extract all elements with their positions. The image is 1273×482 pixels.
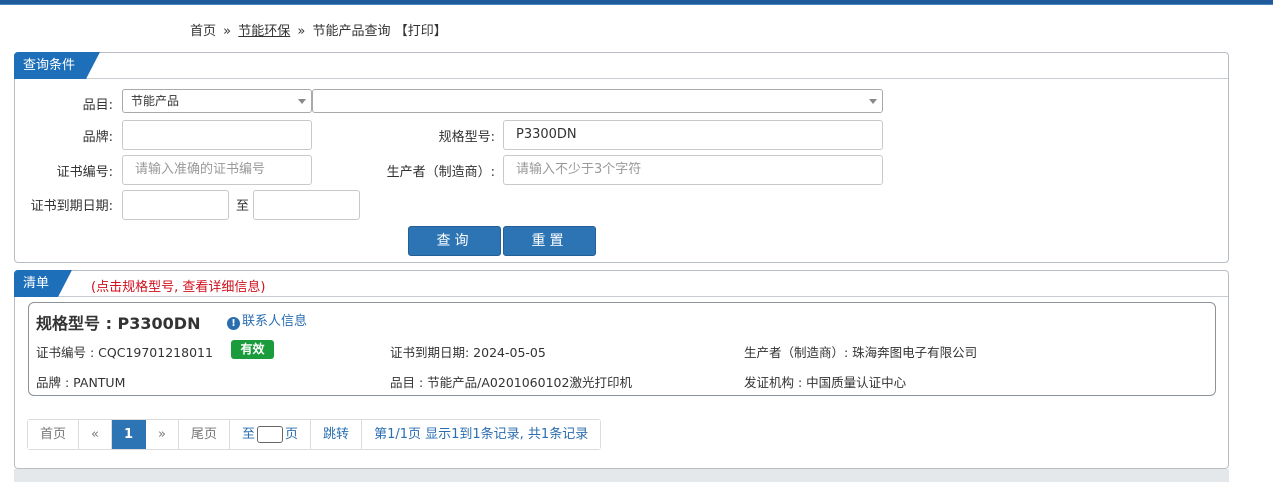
category-select-value: 节能产品 xyxy=(131,94,180,108)
page-jump-button[interactable]: 跳转 xyxy=(311,420,363,449)
page-summary: 第1/1页 显示1到1条记录, 共1条记录 xyxy=(362,420,601,449)
expiry-label: 证书到期日期: xyxy=(30,199,113,214)
query-panel: 查询条件 品目: 节能产品 品牌: 规格型号: P3300DN 证书编号: 请输… xyxy=(14,52,1229,263)
bottom-strip xyxy=(14,469,1229,482)
breadcrumb-category-link[interactable]: 节能环保 xyxy=(238,24,290,39)
page-goto: 至页 xyxy=(230,420,312,449)
result-panel-header: 清单 (点击规格型号, 查看详细信息) xyxy=(14,270,1228,297)
page-last-button[interactable]: 尾页 xyxy=(179,420,231,449)
result-hint: (点击规格型号, 查看详细信息) xyxy=(91,280,266,295)
page-goto-prefix: 至 xyxy=(242,427,256,442)
chevron-down-icon xyxy=(869,99,877,104)
brand-input[interactable] xyxy=(122,120,312,150)
maker-value: 生产者（制造商）: 珠海奔图电子有限公司 xyxy=(744,345,978,360)
page-goto-input[interactable] xyxy=(257,426,284,443)
model-input[interactable]: P3300DN xyxy=(503,120,883,150)
result-panel: 清单 (点击规格型号, 查看详细信息) 规格型号 : P3300DN ! 联系人信… xyxy=(14,270,1229,469)
cert-no-input[interactable]: 请输入准确的证书编号 xyxy=(122,155,312,185)
search-button[interactable]: 查询 xyxy=(408,226,501,256)
query-panel-title: 查询条件 xyxy=(14,52,100,79)
expiry-value: 证书到期日期: 2024-05-05 xyxy=(390,345,546,360)
page-prev-button[interactable]: « xyxy=(79,420,112,449)
brand-label: 品牌: xyxy=(82,130,113,145)
model-link[interactable]: 规格型号 : P3300DN xyxy=(36,310,200,334)
pagination: 首页 « 1 » 尾页 至页 跳转 第1/1页 显示1到1条记录, 共1条记录 xyxy=(27,419,602,450)
contact-info-label: 联系人信息 xyxy=(242,314,308,329)
chevron-down-icon xyxy=(298,99,306,104)
expiry-end-input[interactable] xyxy=(253,190,360,220)
query-panel-header: 查询条件 xyxy=(14,52,1228,79)
expiry-start-input[interactable] xyxy=(122,190,229,220)
subcategory-select[interactable] xyxy=(312,89,883,113)
page-next-button[interactable]: » xyxy=(146,420,179,449)
category-label: 品目: xyxy=(82,98,113,113)
cert-no-label: 证书编号: xyxy=(56,165,113,180)
page-first-button[interactable]: 首页 xyxy=(28,420,80,449)
reset-button[interactable]: 重置 xyxy=(503,226,596,256)
category-value: 品目 : 节能产品/A0201060102激光打印机 xyxy=(390,375,632,390)
breadcrumb-home[interactable]: 首页 xyxy=(190,24,216,39)
brand-value: 品牌 : PANTUM xyxy=(36,375,126,390)
category-select[interactable]: 节能产品 xyxy=(122,89,312,113)
result-panel-title: 清单 xyxy=(14,270,72,297)
breadcrumb-current: 节能产品查询 xyxy=(312,24,391,39)
maker-label: 生产者（制造商）: xyxy=(386,165,495,180)
breadcrumb-separator: » xyxy=(297,24,306,39)
cert-no-placeholder: 请输入准确的证书编号 xyxy=(135,162,266,177)
cert-no-value: 证书编号 : CQC19701218011 xyxy=(36,345,213,360)
status-badge: 有效 xyxy=(231,340,274,359)
issuer-value: 发证机构 : 中国质量认证中心 xyxy=(744,375,907,390)
page-goto-suffix: 页 xyxy=(285,427,299,442)
model-label: 规格型号: xyxy=(438,130,495,145)
maker-placeholder: 请输入不少于3个字符 xyxy=(516,162,642,177)
maker-input[interactable]: 请输入不少于3个字符 xyxy=(503,155,883,185)
breadcrumb: 首页 » 节能环保 » 节能产品查询 【打印】 xyxy=(190,20,447,39)
contact-info-link[interactable]: ! 联系人信息 xyxy=(227,310,307,330)
breadcrumb-separator: » xyxy=(223,24,232,39)
info-icon: ! xyxy=(227,317,240,330)
page-current-button[interactable]: 1 xyxy=(111,420,147,449)
expiry-to-label: 至 xyxy=(235,199,249,214)
print-link[interactable]: 【打印】 xyxy=(395,24,447,39)
result-card: 规格型号 : P3300DN ! 联系人信息 证书编号 : CQC19701218… xyxy=(28,302,1216,396)
top-bar xyxy=(0,0,1273,5)
